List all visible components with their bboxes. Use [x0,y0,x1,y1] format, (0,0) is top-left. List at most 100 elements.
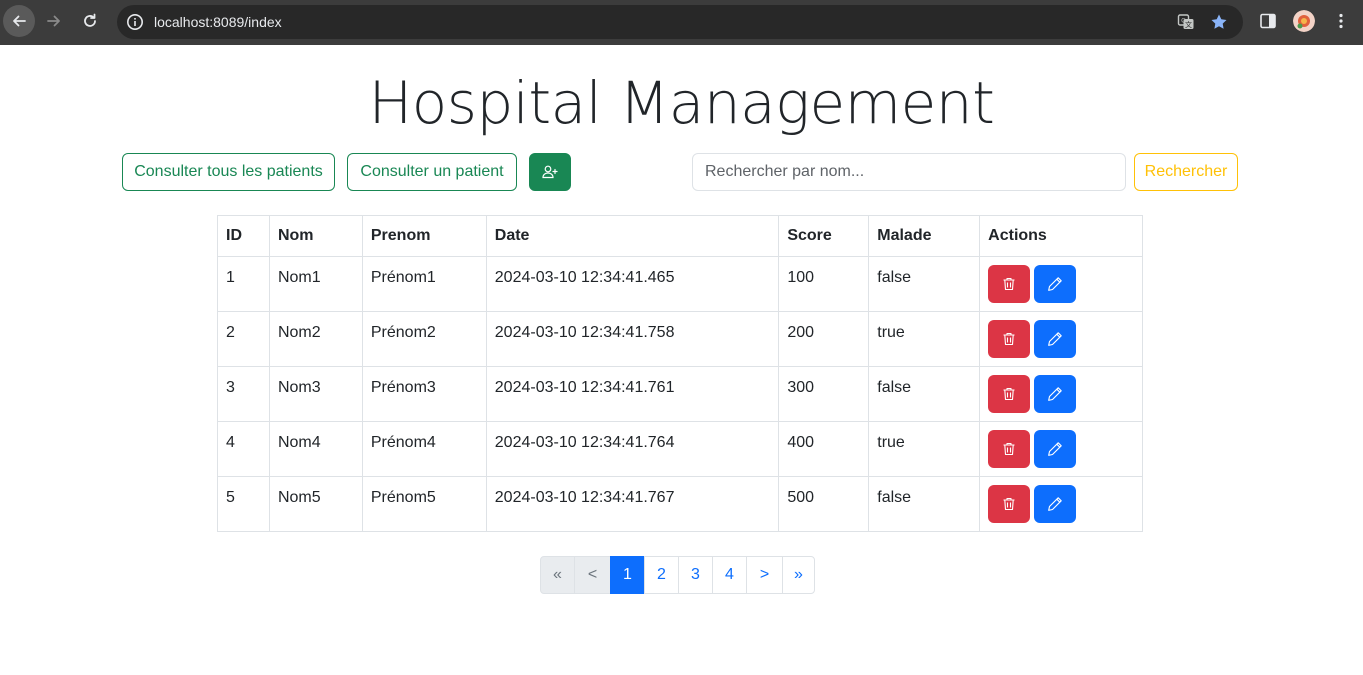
side-panel-icon[interactable] [1259,12,1277,30]
cell-id: 3 [217,366,270,422]
cell-date: 2024-03-10 12:34:41.767 [485,476,780,532]
cell-date: 2024-03-10 12:34:41.758 [485,311,780,367]
reload-button[interactable] [74,5,106,37]
page-2-button[interactable]: 2 [644,556,679,594]
cell-actions [979,256,1143,312]
edit-button[interactable] [1034,265,1077,303]
search-input[interactable] [692,153,1126,191]
cell-malade: false [868,256,981,312]
arrow-left-icon [13,15,26,27]
info-icon[interactable] [126,13,144,31]
cell-id: 1 [217,256,270,312]
back-button[interactable] [3,5,35,37]
page-prev-button[interactable]: < [574,556,611,594]
delete-button[interactable] [988,375,1031,413]
cell-id: 4 [217,421,270,477]
browser-toolbar: localhost:8089/index 文G [0,0,1363,45]
cell-nom: Nom5 [268,476,363,532]
cell-id: 5 [217,476,270,532]
trash-icon [1003,442,1015,456]
table-row: 5 Nom5 Prénom5 2024-03-10 12:34:41.767 5… [217,476,1143,532]
page-next-button[interactable]: > [746,556,783,594]
edit-button[interactable] [1034,430,1077,468]
edit-button[interactable] [1034,485,1077,523]
cell-nom: Nom2 [268,311,363,367]
header-nom: Nom [268,215,363,257]
cell-prenom: Prénom4 [361,421,487,477]
add-patient-button[interactable] [529,153,571,191]
header-malade: Malade [868,215,981,257]
table-row: 2 Nom2 Prénom2 2024-03-10 12:34:41.758 2… [217,311,1143,367]
cell-prenom: Prénom2 [361,311,487,367]
all-patients-button[interactable]: Consulter tous les patients [122,153,335,191]
cell-malade: false [868,476,981,532]
table-header-row: ID Nom Prenom Date Score Malade Actions [217,215,1143,257]
cell-malade: true [868,421,981,477]
page-4-button[interactable]: 4 [712,556,747,594]
table-row: 1 Nom1 Prénom1 2024-03-10 12:34:41.465 1… [217,256,1143,312]
header-actions: Actions [979,215,1143,257]
arrow-right-icon [47,15,60,27]
header-date: Date [485,215,780,257]
pencil-icon [1048,442,1062,456]
cell-score: 400 [778,421,870,477]
cell-date: 2024-03-10 12:34:41.465 [485,256,780,312]
header-score: Score [778,215,870,257]
page-last-button[interactable]: » [782,556,815,594]
cell-malade: true [868,311,981,367]
cell-score: 500 [778,476,870,532]
cell-score: 300 [778,366,870,422]
search-button[interactable]: Rechercher [1134,153,1238,191]
table-row: 4 Nom4 Prénom4 2024-03-10 12:34:41.764 4… [217,421,1143,477]
cell-date: 2024-03-10 12:34:41.761 [485,366,780,422]
svg-text:G: G [1181,18,1186,25]
edit-button[interactable] [1034,375,1077,413]
cell-date: 2024-03-10 12:34:41.764 [485,421,780,477]
cell-actions [979,421,1143,477]
reload-icon [84,13,96,27]
svg-text:文: 文 [1185,20,1192,29]
url-text: localhost:8089/index [154,14,282,30]
profile-avatar-icon[interactable] [1293,10,1315,32]
patients-table: ID Nom Prenom Date Score Malade Actions … [217,215,1143,532]
translate-icon[interactable]: 文G [1177,13,1195,31]
one-patient-button[interactable]: Consulter un patient [347,153,517,191]
cell-nom: Nom1 [268,256,363,312]
page-first-button[interactable]: « [540,556,575,594]
cell-nom: Nom3 [268,366,363,422]
table-row: 3 Nom3 Prénom3 2024-03-10 12:34:41.761 3… [217,366,1143,422]
cell-prenom: Prénom5 [361,476,487,532]
cell-score: 100 [778,256,870,312]
pencil-icon [1048,332,1062,346]
pencil-icon [1048,387,1062,401]
cell-id: 2 [217,311,270,367]
header-prenom: Prenom [361,215,487,257]
cell-prenom: Prénom1 [361,256,487,312]
more-vert-icon[interactable] [1332,12,1350,30]
forward-button[interactable] [38,5,70,37]
delete-button[interactable] [988,320,1031,358]
cell-prenom: Prénom3 [361,366,487,422]
pencil-icon [1048,277,1062,291]
page-3-button[interactable]: 3 [678,556,713,594]
delete-button[interactable] [988,265,1031,303]
user-plus-icon [542,165,558,179]
cell-actions [979,476,1143,532]
address-bar[interactable]: localhost:8089/index 文G [117,5,1243,39]
page-title: Hospital Management [368,69,995,137]
edit-button[interactable] [1034,320,1077,358]
cell-score: 200 [778,311,870,367]
trash-icon [1003,277,1015,291]
trash-icon [1003,497,1015,511]
cell-actions [979,311,1143,367]
page-1-button[interactable]: 1 [610,556,645,594]
pagination: « < 1 2 3 4 > » [540,556,815,594]
trash-icon [1003,332,1015,346]
delete-button[interactable] [988,430,1031,468]
cell-malade: false [868,366,981,422]
bookmark-star-icon[interactable] [1210,13,1228,31]
pencil-icon [1048,497,1062,511]
cell-actions [979,366,1143,422]
delete-button[interactable] [988,485,1031,523]
header-id: ID [217,215,270,257]
